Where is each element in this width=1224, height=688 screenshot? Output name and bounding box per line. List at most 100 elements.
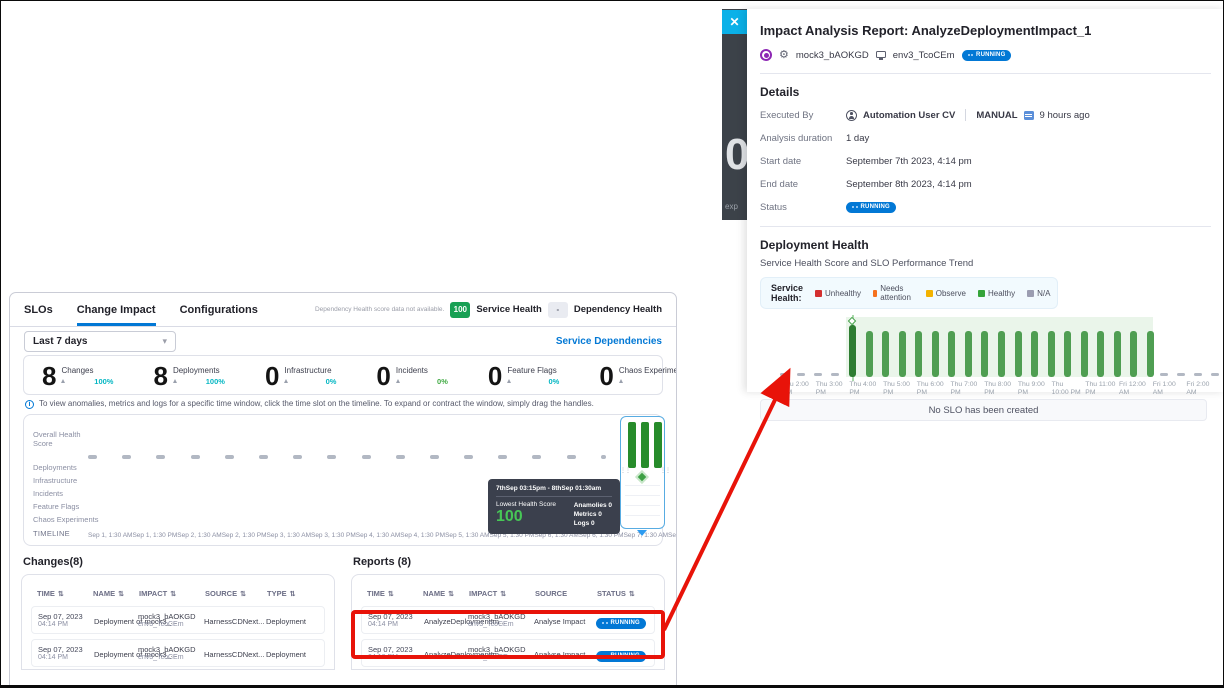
drag-handle-right[interactable]: ⋮⋮ (660, 469, 665, 483)
timeline-selected-window[interactable]: ⋮⋮ ⋮⋮ (620, 416, 665, 529)
na-dash (430, 455, 439, 459)
health-score-bar[interactable] (948, 331, 955, 377)
selected-window-bar (654, 422, 662, 468)
stat-value: 0 (376, 361, 390, 391)
time-range-select[interactable]: Last 7 days ▾ (24, 331, 176, 352)
column-header-source[interactable]: SOURCE (535, 589, 597, 598)
tooltip-score-value: 100 (496, 508, 556, 526)
table-row[interactable]: Sep 07, 202304:14 PM Deployment of mock3… (31, 606, 325, 634)
no-slo-banner: No SLO has been created (760, 399, 1207, 421)
health-score-bar[interactable] (1031, 331, 1038, 377)
stat-delta: 0% (549, 377, 560, 386)
timeline-row-label-incidents: Incidents (33, 489, 63, 498)
na-dash (1194, 373, 1202, 376)
sort-icon[interactable]: ⇅ (58, 590, 64, 598)
overall-health-na-dashes (88, 455, 606, 459)
stat-delta: 0% (437, 377, 448, 386)
legend-item-unhealthy: Unhealthy (815, 284, 861, 302)
environment-name: env3_TcoCEm (893, 50, 955, 61)
timeline-row-label-deployments: Deployments (33, 463, 77, 472)
na-dash (225, 455, 234, 459)
timeline-axis-label: TIMELINE (33, 529, 70, 538)
health-score-bar[interactable] (1097, 331, 1104, 377)
health-score-bar[interactable] (1081, 331, 1088, 377)
health-score-bar[interactable] (932, 331, 939, 377)
health-score-bar[interactable] (965, 331, 972, 377)
trend-up-icon (61, 379, 65, 383)
column-header-name[interactable]: NAME⇅ (93, 589, 139, 598)
timeline-row-label-feature-flags: Feature Flags (33, 502, 79, 511)
health-score-bar[interactable] (1130, 331, 1137, 377)
column-header-type[interactable]: TYPE⇅ (267, 589, 319, 598)
stat-label: Feature Flags (507, 366, 559, 375)
column-header-name[interactable]: NAME⇅ (423, 589, 469, 598)
sort-icon[interactable]: ⇅ (500, 590, 506, 598)
service-name: mock3_bAOKGD (796, 50, 869, 61)
column-header-time[interactable]: TIME⇅ (37, 589, 93, 598)
x-axis-tick: Thu 5:00PM (883, 381, 917, 397)
health-score-bar[interactable] (882, 331, 889, 377)
health-score-bar[interactable] (1064, 331, 1071, 377)
health-score-bar[interactable] (1147, 331, 1154, 377)
tooltip-time-range: 7thSep 03:15pm - 8thSep 01:30am (496, 485, 612, 497)
service-dependencies-link[interactable]: Service Dependencies (556, 336, 662, 347)
column-header-status[interactable]: STATUS⇅ (597, 589, 649, 598)
drag-handle-left[interactable]: ⋮⋮ (620, 469, 625, 483)
detail-row-end-date: End date September 8th 2023, 4:14 pm (760, 177, 1211, 191)
timeline-date: Sep 5, 1:30 AM (445, 532, 489, 539)
tab-slos[interactable]: SLOs (24, 293, 53, 326)
service-icon (760, 49, 772, 61)
health-score-bar[interactable] (1048, 331, 1055, 377)
details-heading: Details (760, 85, 1211, 99)
legend-item-observe: Observe (926, 284, 966, 302)
timeline-date: Sep 4, 1:30 AM (356, 532, 400, 539)
health-score-bar[interactable] (915, 331, 922, 377)
stat-feature-flags: 0 Feature Flags 0% (488, 361, 559, 391)
health-score-bar[interactable] (866, 331, 873, 377)
table-row[interactable]: Sep 07, 202304:14 PM Deployment of mock3… (31, 639, 325, 667)
sort-icon[interactable]: ⇅ (448, 590, 454, 598)
column-header-impact[interactable]: IMPACT⇅ (469, 589, 535, 598)
changes-table-title: Changes(8) (23, 556, 335, 568)
timeline-row-label-chaos-experiments: Chaos Experiments (33, 515, 98, 524)
spinner-dots-icon (602, 622, 608, 624)
screenshot-root: SLOsChange ImpactConfigurations Dependen… (0, 0, 1224, 688)
selected-window-bar (628, 422, 636, 468)
status-badge: RUNNING (596, 618, 646, 629)
tab-configurations[interactable]: Configurations (180, 293, 258, 326)
column-header-impact[interactable]: IMPACT⇅ (139, 589, 205, 598)
dependency-health-score-badge: - (548, 302, 568, 318)
table-row[interactable]: Sep 07, 202304:14 PM AnalyzeDeploymentIm… (361, 606, 655, 634)
underlay-partial-stat: 0 (725, 130, 747, 180)
service-health-dashboard: SLOsChange ImpactConfigurations Dependen… (9, 292, 677, 688)
na-dash (396, 455, 405, 459)
health-score-bar[interactable] (1015, 331, 1022, 377)
stat-value: 0 (488, 361, 502, 391)
health-score-bar[interactable] (899, 331, 906, 377)
table-row[interactable]: Sep 07, 202304:10 PM AnalyzeDeploymentIm… (361, 639, 655, 667)
health-score-bar[interactable] (981, 331, 988, 377)
timeline-date: Sep 2, 1:30 AM (177, 532, 221, 539)
sort-icon[interactable]: ⇅ (118, 590, 124, 598)
timeline-card: Overall Health Score DeploymentsInfrastr… (23, 414, 663, 546)
x-axis-tick: Fri 2:00AM (1186, 381, 1220, 397)
stat-chaos-experiments: 0 Chaos Experiments 0% (599, 361, 677, 391)
legend-title: Service Health: (771, 283, 803, 303)
health-score-bar[interactable] (1114, 331, 1121, 377)
column-header-time[interactable]: TIME⇅ (367, 589, 423, 598)
sort-icon[interactable]: ⇅ (170, 590, 176, 598)
x-axis-tick: Fri 1:00AM (1153, 381, 1187, 397)
sort-icon[interactable]: ⇅ (290, 590, 296, 598)
na-dash (780, 373, 788, 376)
tab-change-impact[interactable]: Change Impact (77, 293, 156, 326)
health-score-bar[interactable] (849, 325, 856, 377)
sort-icon[interactable]: ⇅ (240, 590, 246, 598)
column-header-source[interactable]: SOURCE⇅ (205, 589, 267, 598)
stat-value: 8 (42, 361, 56, 391)
health-score-bar[interactable] (998, 331, 1005, 377)
spinner-dots-icon (602, 655, 608, 657)
close-icon[interactable]: ✕ (722, 10, 747, 34)
sort-icon[interactable]: ⇅ (629, 590, 635, 598)
sort-icon[interactable]: ⇅ (388, 590, 394, 598)
status-badge: RUNNING (596, 651, 646, 662)
